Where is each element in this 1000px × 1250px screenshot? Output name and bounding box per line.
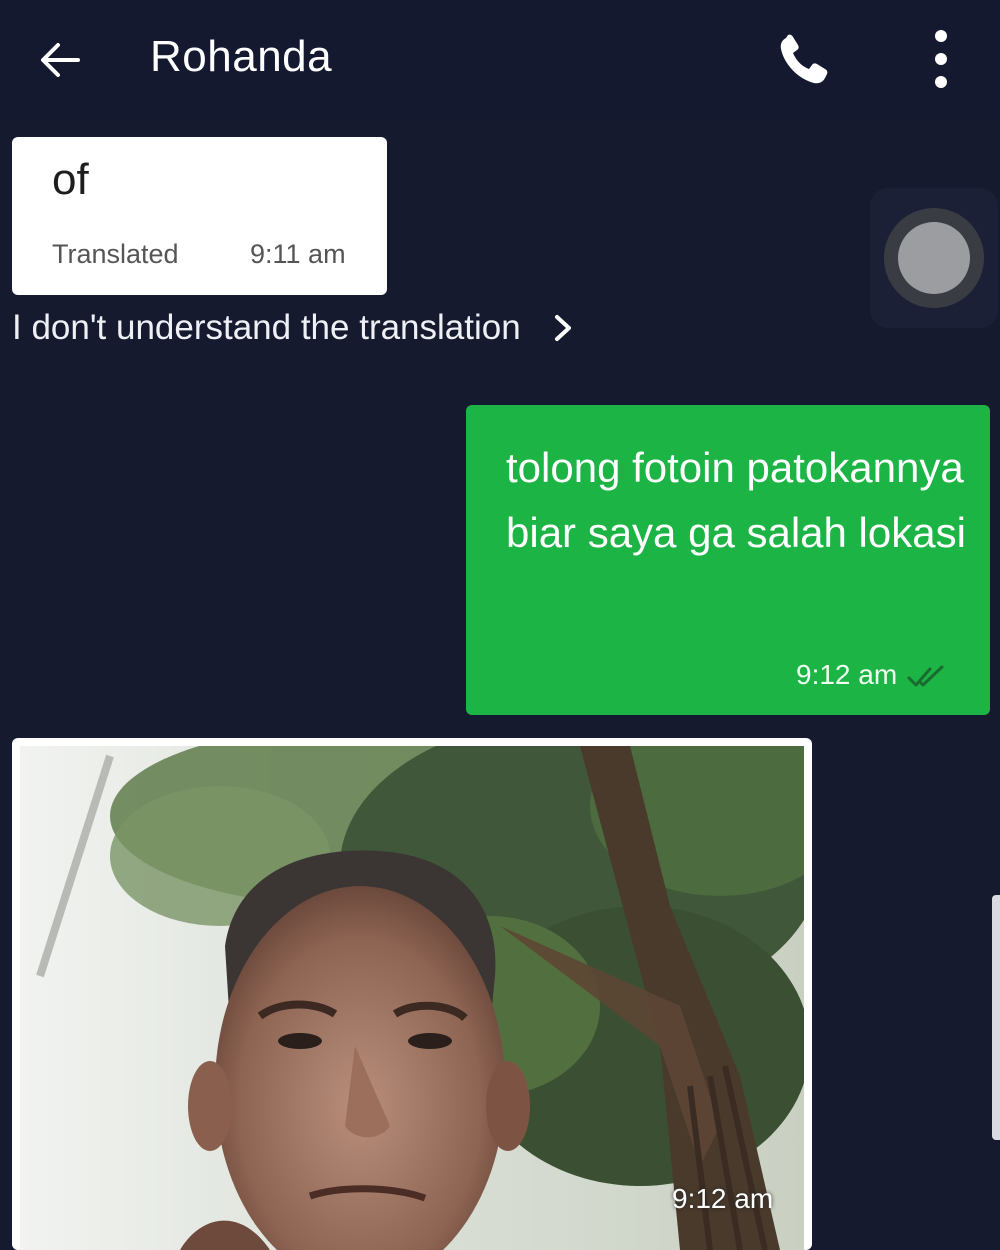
double-check-icon xyxy=(907,665,944,687)
chat-header: Rohanda xyxy=(0,0,1000,122)
phone-icon xyxy=(780,34,828,84)
translated-label: Translated xyxy=(52,239,179,269)
arrow-left-icon xyxy=(41,43,80,77)
chat-head-inner xyxy=(898,222,970,294)
message-timestamp: 9:12 am xyxy=(796,659,898,690)
chat-screen: Rohanda of Translated 9:11 am I don't un… xyxy=(0,0,1000,1250)
selfie-photo[interactable] xyxy=(20,746,804,1250)
incoming-photo-bubble[interactable]: 9:12 am xyxy=(12,738,812,1250)
incoming-message-bubble[interactable]: of Translated 9:11 am xyxy=(12,137,387,295)
back-button[interactable] xyxy=(30,30,90,90)
translation-feedback-link[interactable]: I don't understand the translation xyxy=(12,308,577,348)
floating-chat-head[interactable] xyxy=(870,188,998,328)
contact-name[interactable]: Rohanda xyxy=(150,32,332,82)
translation-feedback-label: I don't understand the translation xyxy=(12,308,521,347)
chat-head-circle xyxy=(884,208,984,308)
call-button[interactable] xyxy=(772,28,836,92)
more-options-button[interactable] xyxy=(915,24,967,94)
photo-image xyxy=(20,746,804,1250)
edge-panel-handle[interactable] xyxy=(992,895,1000,1140)
photo-timestamp: 9:12 am xyxy=(672,1183,774,1214)
message-timestamp: 9:11 am xyxy=(250,239,346,269)
chevron-right-icon xyxy=(554,315,571,341)
outgoing-message-bubble[interactable]: tolong fotoin patokannya biar saya ga sa… xyxy=(466,405,990,715)
message-text: of xyxy=(52,155,89,204)
message-text: tolong fotoin patokannya biar saya ga sa… xyxy=(506,444,966,556)
more-vert-icon xyxy=(935,30,947,88)
